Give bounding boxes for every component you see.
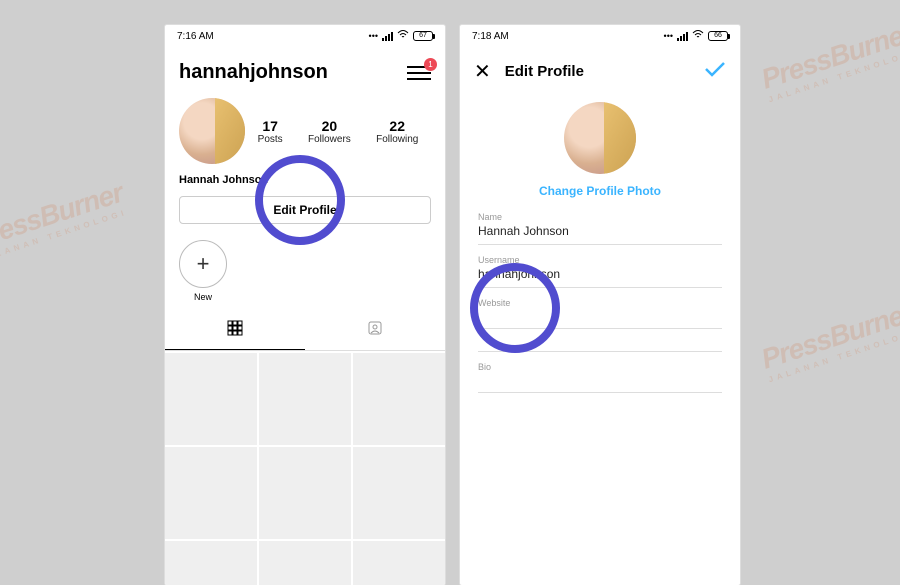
edit-profile-button[interactable]: Edit Profile [179, 196, 431, 224]
profile-screen: 7:16 AM ••• 67 hannahjohnson 1 17Posts 2… [165, 25, 445, 585]
tab-tagged[interactable] [305, 312, 445, 350]
field-label: Name [478, 212, 722, 222]
new-highlight-label: New [179, 292, 227, 302]
field-label: Website [478, 298, 722, 308]
profile-username[interactable]: hannahjohnson [179, 61, 328, 84]
edit-profile-screen: 7:18 AM ••• 66 ✕ Edit Profile Change Pro… [460, 25, 740, 585]
cell-dots: ••• [664, 31, 673, 41]
check-icon [704, 60, 726, 78]
signal-icon [382, 32, 393, 41]
watermark: PressBurnerJALANAN TEKNOLOGI [758, 17, 900, 105]
bio-field[interactable]: Bio [478, 352, 722, 393]
confirm-button[interactable] [704, 60, 726, 84]
avatar[interactable] [179, 98, 245, 164]
wifi-icon [397, 30, 409, 42]
menu-button[interactable]: 1 [407, 64, 431, 82]
cell-dots: ••• [369, 31, 378, 41]
clock: 7:18 AM [472, 31, 509, 42]
close-button[interactable]: ✕ [474, 59, 491, 84]
grid-cell[interactable] [259, 541, 351, 585]
field-value: Hannah Johnson [478, 222, 722, 238]
website-field[interactable]: Website [478, 288, 722, 329]
tagged-icon [367, 320, 383, 336]
post-grid [165, 351, 445, 585]
grid-cell[interactable] [353, 541, 445, 585]
grid-cell[interactable] [165, 447, 257, 539]
wifi-icon [692, 30, 704, 42]
signal-icon [677, 32, 688, 41]
battery-icon: 67 [413, 31, 433, 41]
avatar[interactable] [564, 102, 636, 174]
stat-posts[interactable]: 17Posts [258, 118, 283, 145]
stat-followers[interactable]: 20Followers [308, 118, 351, 145]
watermark: PressBurnerJALANAN TEKNOLOGI [0, 177, 130, 265]
tab-grid[interactable] [165, 312, 305, 350]
grid-cell[interactable] [353, 447, 445, 539]
grid-cell[interactable] [353, 353, 445, 445]
status-bar: 7:16 AM ••• 67 [165, 25, 445, 47]
new-highlight-button[interactable]: + [179, 240, 227, 288]
username-field[interactable]: Username hannahjohnson [478, 245, 722, 288]
field-label: Username [478, 255, 722, 265]
battery-icon: 66 [708, 31, 728, 41]
field-value [478, 372, 722, 386]
grid-cell[interactable] [259, 353, 351, 445]
grid-cell[interactable] [259, 447, 351, 539]
page-title: Edit Profile [505, 63, 584, 80]
field-value: hannahjohnson [478, 265, 722, 281]
grid-cell[interactable] [165, 541, 257, 585]
watermark: PressBurnerJALANAN TEKNOLOGI [758, 297, 900, 385]
field-label: Bio [478, 362, 722, 372]
clock: 7:16 AM [177, 31, 214, 42]
change-photo-link[interactable]: Change Profile Photo [539, 184, 661, 198]
display-name: Hannah Johnson [165, 172, 445, 188]
field-value [478, 308, 722, 322]
notification-badge: 1 [424, 58, 437, 71]
grid-icon [227, 320, 243, 336]
name-field[interactable]: Name Hannah Johnson [478, 202, 722, 245]
stat-following[interactable]: 22Following [376, 118, 418, 145]
grid-cell[interactable] [165, 353, 257, 445]
status-bar: 7:18 AM ••• 66 [460, 25, 740, 47]
